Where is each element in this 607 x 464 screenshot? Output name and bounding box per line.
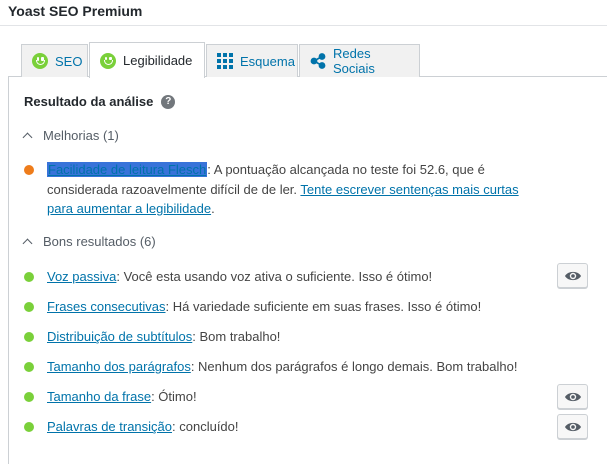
status-bullet-green xyxy=(24,422,34,432)
chevron-up-icon xyxy=(22,238,33,248)
list-item: Distribuição de subtítulos: Bom trabalho… xyxy=(24,327,547,347)
list-item: Tamanho da frase: Ótimo! xyxy=(24,387,547,407)
list-item: Palavras de transição: concluído! xyxy=(24,417,547,437)
improvements-heading: Melhorias (1) xyxy=(43,128,119,143)
list-item: Facilidade de leitura Flesch: A pontuaçã… xyxy=(24,160,547,219)
improvements-toggle[interactable]: Melhorias (1) xyxy=(22,128,119,143)
passive-voice-link[interactable]: Voz passiva xyxy=(47,269,116,284)
smiley-icon xyxy=(32,53,48,69)
help-icon[interactable]: ? xyxy=(161,94,176,109)
transition-words-link[interactable]: Palavras de transição xyxy=(47,419,172,434)
sentence-length-link[interactable]: Tamanho da frase xyxy=(47,389,151,404)
transition-words-text: : concluído! xyxy=(172,419,239,434)
tab-legibilidade-label: Legibilidade xyxy=(123,53,193,68)
analysis-title: Resultado da análise xyxy=(24,94,154,109)
eye-button[interactable] xyxy=(557,263,588,288)
tab-seo[interactable]: SEO xyxy=(21,44,88,77)
sentence-length-text: : Ótimo! xyxy=(151,389,197,404)
status-bullet-green xyxy=(24,332,34,342)
eye-icon xyxy=(564,422,581,431)
eye-icon xyxy=(564,392,581,401)
status-bullet-orange xyxy=(24,165,34,175)
list-item: Voz passiva: Você esta usando voz ativa … xyxy=(24,267,547,287)
tab-redes-sociais-label: Redes Sociais xyxy=(333,46,375,76)
consecutive-sentences-text: : Há variedade suficiente em suas frases… xyxy=(165,299,482,314)
grid-icon xyxy=(217,53,233,69)
paragraph-length-link[interactable]: Tamanho dos parágrafos xyxy=(47,359,191,374)
good-results-toggle[interactable]: Bons resultados (6) xyxy=(22,234,156,249)
eye-button[interactable] xyxy=(557,384,588,409)
flesch-tail: . xyxy=(211,201,215,216)
subheading-distribution-link[interactable]: Distribuição de subtítulos xyxy=(47,329,192,344)
list-item: Frases consecutivas: Há variedade sufici… xyxy=(24,297,547,317)
analysis-heading: Resultado da análise ? xyxy=(24,94,176,109)
subheading-distribution-text: : Bom trabalho! xyxy=(192,329,281,344)
paragraph-length-text: : Nenhum dos parágrafos é longo demais. … xyxy=(190,359,518,374)
tab-redes-sociais[interactable]: Redes Sociais xyxy=(299,44,420,77)
tab-legibilidade[interactable]: Legibilidade xyxy=(89,42,205,78)
flesch-link[interactable]: Facilidade de leitura Flesch xyxy=(47,162,208,177)
status-bullet-green xyxy=(24,362,34,372)
eye-icon xyxy=(564,271,581,280)
passive-voice-text: : Você esta usando voz ativa o suficient… xyxy=(116,269,433,284)
metabox-header: Yoast SEO Premium xyxy=(0,0,607,26)
consecutive-sentences-link[interactable]: Frases consecutivas xyxy=(47,299,166,314)
status-bullet-green xyxy=(24,392,34,402)
tab-esquema-label: Esquema xyxy=(240,53,295,69)
tab-seo-label: SEO xyxy=(55,53,83,69)
status-bullet-green xyxy=(24,302,34,312)
eye-button[interactable] xyxy=(557,414,588,439)
share-icon xyxy=(310,53,326,69)
good-results-heading: Bons resultados (6) xyxy=(43,234,156,249)
tab-bar: SEO Legibilidade Esquema Redes Sociais xyxy=(0,42,607,78)
tab-esquema[interactable]: Esquema xyxy=(206,44,298,77)
list-item: Tamanho dos parágrafos: Nenhum dos parág… xyxy=(24,357,547,377)
chevron-up-icon xyxy=(22,132,33,142)
metabox-title: Yoast SEO Premium xyxy=(8,3,143,19)
status-bullet-green xyxy=(24,272,34,282)
smiley-icon xyxy=(100,52,116,69)
